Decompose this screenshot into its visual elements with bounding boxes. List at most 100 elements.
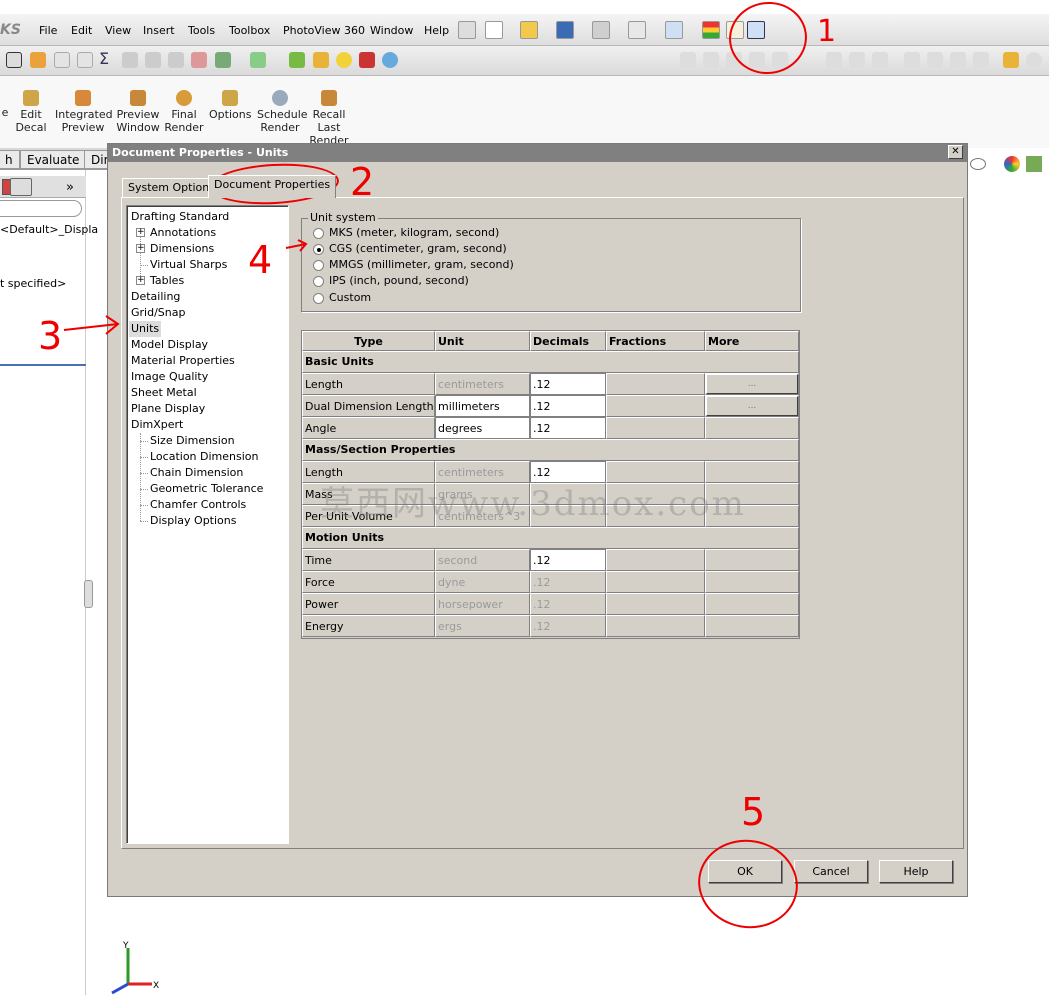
config-name[interactable]: <Default>_Displa [0,223,98,236]
pin-icon[interactable] [458,21,476,39]
close-icon[interactable]: ✕ [948,145,963,159]
radio-mmgs-label[interactable]: MMGS (millimeter, gram, second) [329,258,514,271]
view-tool-4-icon[interactable] [904,52,920,68]
tree-item-chamfer-controls[interactable]: Chamfer Controls [150,497,246,513]
unit-select[interactable]: millimeters [435,395,530,417]
preview-window-button[interactable]: Preview Window [116,90,160,134]
tree-item-geometric-tolerance[interactable]: Geometric Tolerance [150,481,263,497]
final-render-button[interactable]: Final Render [164,90,204,134]
view-tool-3-icon[interactable] [872,52,888,68]
dialog-title-bar[interactable]: Document Properties - Units ✕ [108,144,967,162]
view-tool-2-icon[interactable] [849,52,865,68]
tab-document-properties[interactable]: Document Properties [208,175,337,198]
cancel-button[interactable]: Cancel [794,860,868,883]
radio-custom[interactable] [313,293,324,304]
tree-item-chain-dimension[interactable]: Chain Dimension [150,465,243,481]
save-icon[interactable] [556,21,574,39]
tree-item-display-options[interactable]: Display Options [150,513,237,529]
scene-icon[interactable] [1026,156,1042,172]
view-tool-1-icon[interactable] [826,52,842,68]
tree-item-detailing[interactable]: Detailing [131,289,180,305]
menu-insert[interactable]: Insert [143,24,175,37]
radio-custom-label[interactable]: Custom [329,291,371,304]
unit-select[interactable]: degrees [435,417,530,439]
more-button[interactable]: ... [706,374,798,394]
check-box2-icon[interactable] [77,52,93,68]
appearance-tab-icon[interactable] [10,178,32,196]
view-tool-5-icon[interactable] [927,52,943,68]
tree-item-units[interactable]: Units [129,321,162,337]
tree-item-sheet-metal[interactable]: Sheet Metal [131,385,197,401]
menu-help[interactable]: Help [424,24,449,37]
view-tool-8-icon[interactable] [1003,52,1019,68]
options-button[interactable]: Options [209,90,251,121]
tree-item-annotations[interactable]: Annotations [150,225,216,241]
menu-toolbox[interactable]: Toolbox [229,24,270,37]
expand-tables-icon[interactable]: + [136,276,145,285]
panel-expand-chevron[interactable]: » [66,180,74,195]
integrated-preview-button[interactable]: Integrated Preview [55,90,113,134]
decimals-select[interactable]: .12 [530,395,606,417]
rebuild-traffic-light-icon[interactable] [702,21,720,39]
schedule-render-button[interactable]: Schedule Render [257,90,308,134]
menu-view[interactable]: View [105,24,131,37]
gear-icon[interactable] [313,52,329,68]
stop-icon[interactable] [359,52,375,68]
radio-mks-label[interactable]: MKS (meter, kilogram, second) [329,226,499,239]
menu-file[interactable]: File [39,24,57,37]
sum-icon[interactable]: Σ [99,49,115,68]
rollback-bar[interactable] [0,364,86,366]
approve-icon[interactable] [336,52,352,68]
radio-cgs-label[interactable]: CGS (centimeter, gram, second) [329,242,507,255]
compass-icon[interactable] [6,52,22,68]
filter-input[interactable] [0,200,82,217]
view-orient-icon[interactable] [970,158,986,170]
expand-annotations-icon[interactable]: + [136,228,145,237]
tree-item-size-dimension[interactable]: Size Dimension [150,433,235,449]
export-icon[interactable] [250,52,266,68]
check-icon[interactable] [191,52,207,68]
tree-item-dimxpert[interactable]: DimXpert [131,417,183,433]
appearance-icon[interactable] [1004,156,1020,172]
view-tool-9-icon[interactable] [1026,52,1042,68]
tree-item-image-quality[interactable]: Image Quality [131,369,208,385]
tab-system-options[interactable]: System Options [122,178,221,197]
tree-item-material-properties[interactable]: Material Properties [131,353,235,369]
undo-icon[interactable] [628,21,646,39]
geometry-check-icon[interactable] [215,52,231,68]
print-icon[interactable] [592,21,610,39]
tree-item-grid-snap[interactable]: Grid/Snap [131,305,185,321]
open-folder-icon[interactable] [520,21,538,39]
menu-tools[interactable]: Tools [188,24,215,37]
decimals-select[interactable]: .12 [530,417,606,439]
more-button[interactable]: ... [706,396,798,416]
tree-item-tables[interactable]: Tables [150,273,184,289]
radio-cgs[interactable] [313,244,324,255]
panel-collapse-handle[interactable] [84,580,93,608]
globe-icon[interactable] [382,52,398,68]
help-button[interactable]: Help [879,860,953,883]
tab-evaluate[interactable]: Evaluate [20,150,87,169]
radio-ips[interactable] [313,276,324,287]
new-document-icon[interactable] [485,21,503,39]
recall-last-render-button[interactable]: Recall Last Render [309,90,349,147]
tree-item-virtual-sharps[interactable]: Virtual Sharps [150,257,227,273]
material-not-specified[interactable]: t specified> [0,277,66,290]
menu-edit[interactable]: Edit [71,24,92,37]
traffic-icon[interactable] [30,52,46,68]
sketch-icon[interactable] [289,52,305,68]
tree-item-location-dimension[interactable]: Location Dimension [150,449,259,465]
radio-ips-label[interactable]: IPS (inch, pound, second) [329,274,469,287]
menu-window[interactable]: Window [370,24,413,37]
decimals-select[interactable]: .12 [530,373,606,395]
tree-item-dimensions[interactable]: Dimensions [150,241,214,257]
tree-item-model-display[interactable]: Model Display [131,337,208,353]
measure-icon[interactable] [122,52,138,68]
expand-dimensions-icon[interactable]: + [136,244,145,253]
section-icon[interactable] [168,52,184,68]
check-box-icon[interactable] [54,52,70,68]
mass-icon[interactable] [145,52,161,68]
menu-photoview[interactable]: PhotoView 360 [283,24,365,37]
tab-sketch[interactable]: h [0,150,20,169]
tree-item-drafting-standard[interactable]: Drafting Standard [131,209,229,225]
